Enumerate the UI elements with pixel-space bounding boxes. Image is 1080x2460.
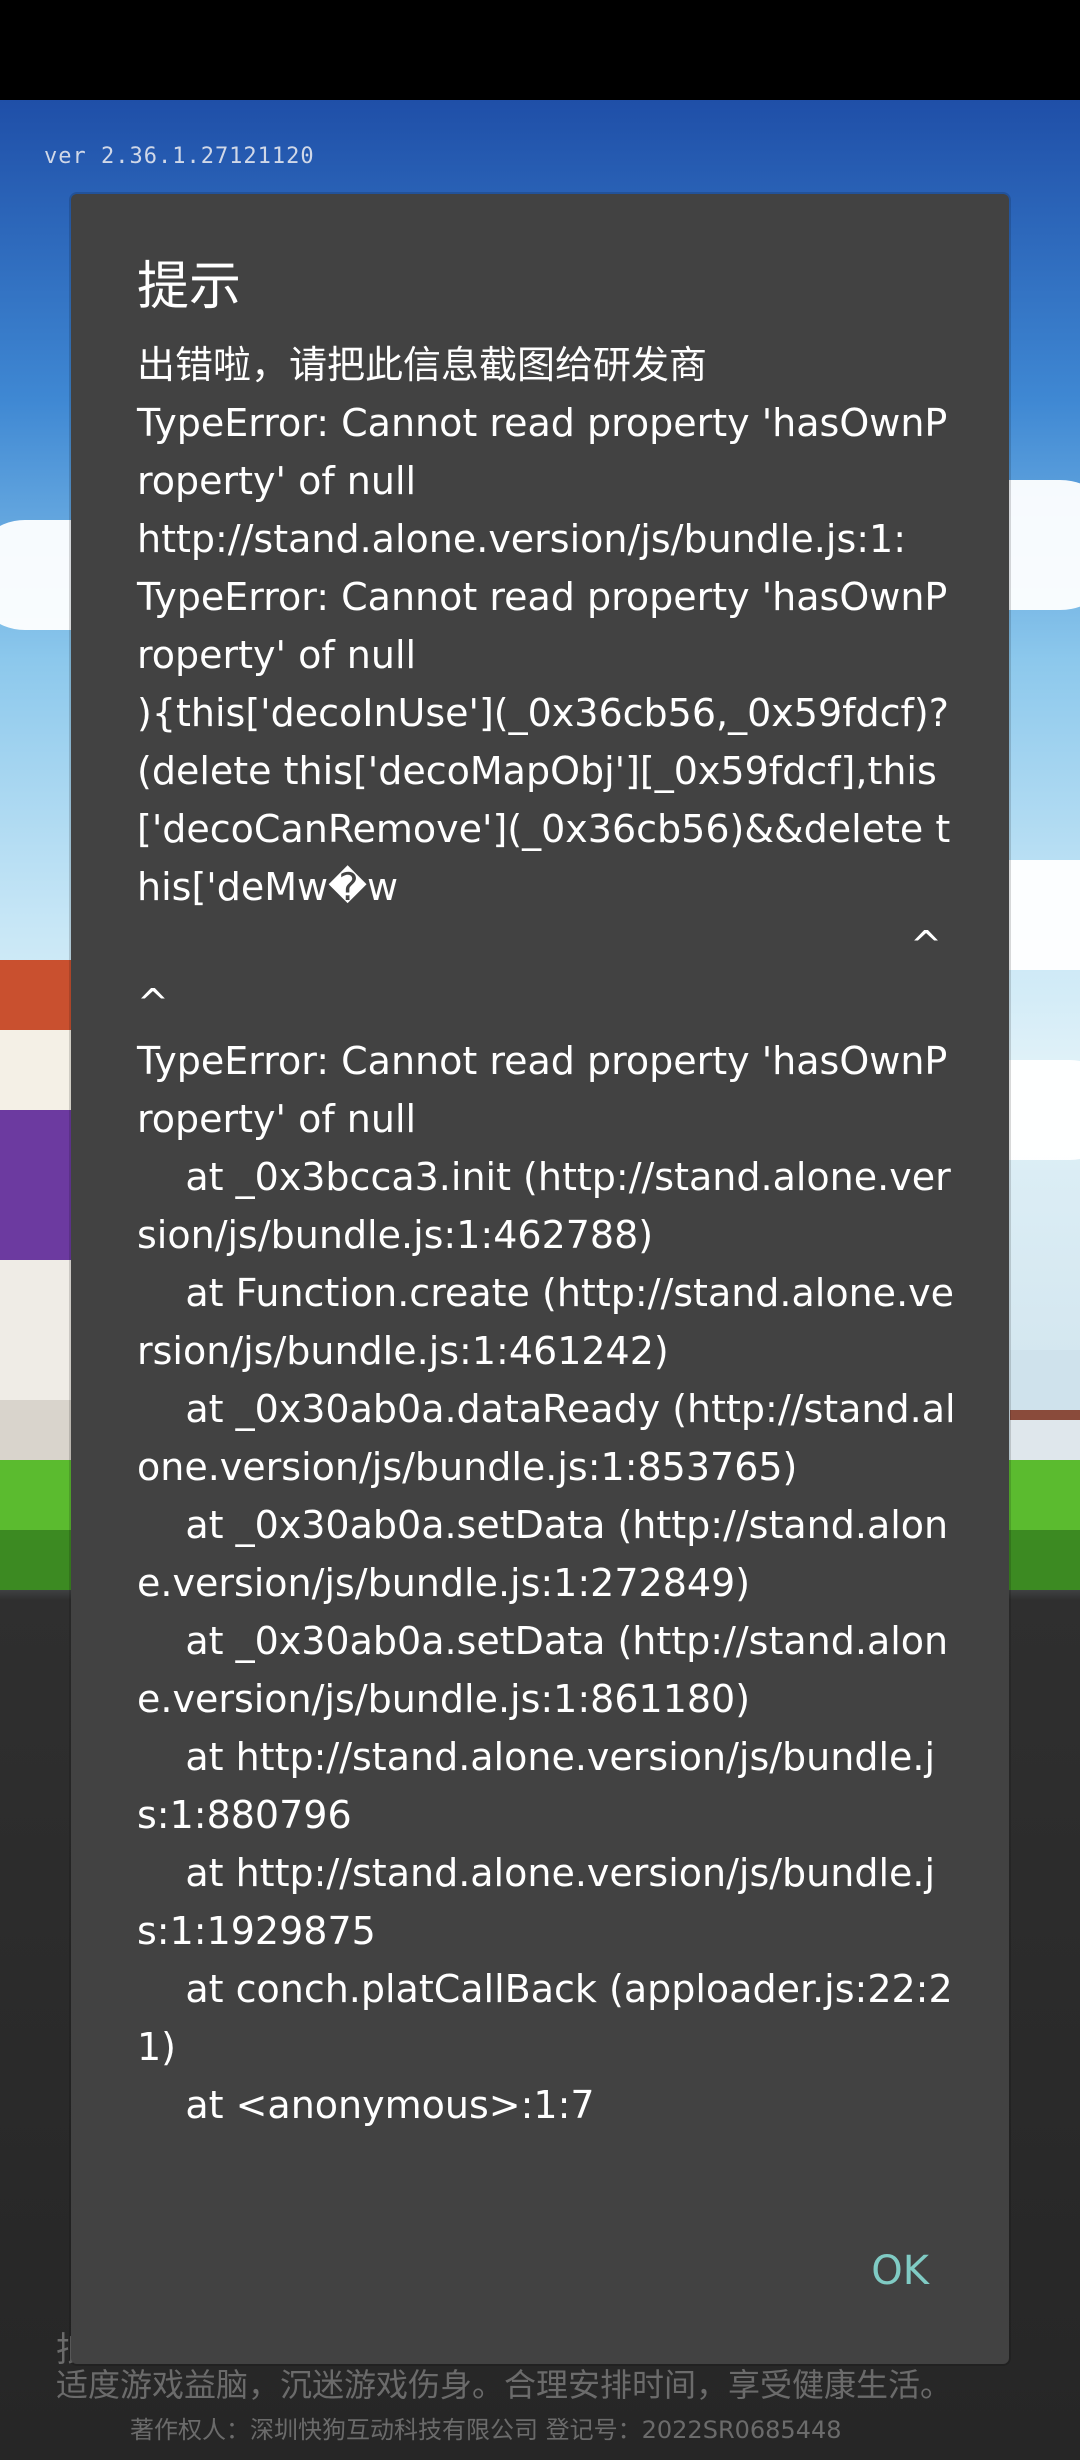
version-label: ver 2.36.1.27121120 [44, 144, 315, 169]
dialog-title: 提示 [137, 257, 242, 317]
health-notice: 适度游戏益脑，沉迷游戏伤身。合理安排时间，享受健康生活。 [56, 2366, 953, 2404]
ok-button[interactable]: OK [851, 2240, 949, 2302]
copyright-notice: 著作权人：深圳快狗互动科技有限公司 登记号：2022SR0685448 [130, 2416, 842, 2444]
status-bar [0, 0, 1080, 100]
error-dialog: 提示 出错啦，请把此信息截图给研发商 TypeError: Cannot rea… [71, 194, 1009, 2364]
error-message: 出错啦，请把此信息截图给研发商 TypeError: Cannot read p… [137, 343, 956, 2127]
